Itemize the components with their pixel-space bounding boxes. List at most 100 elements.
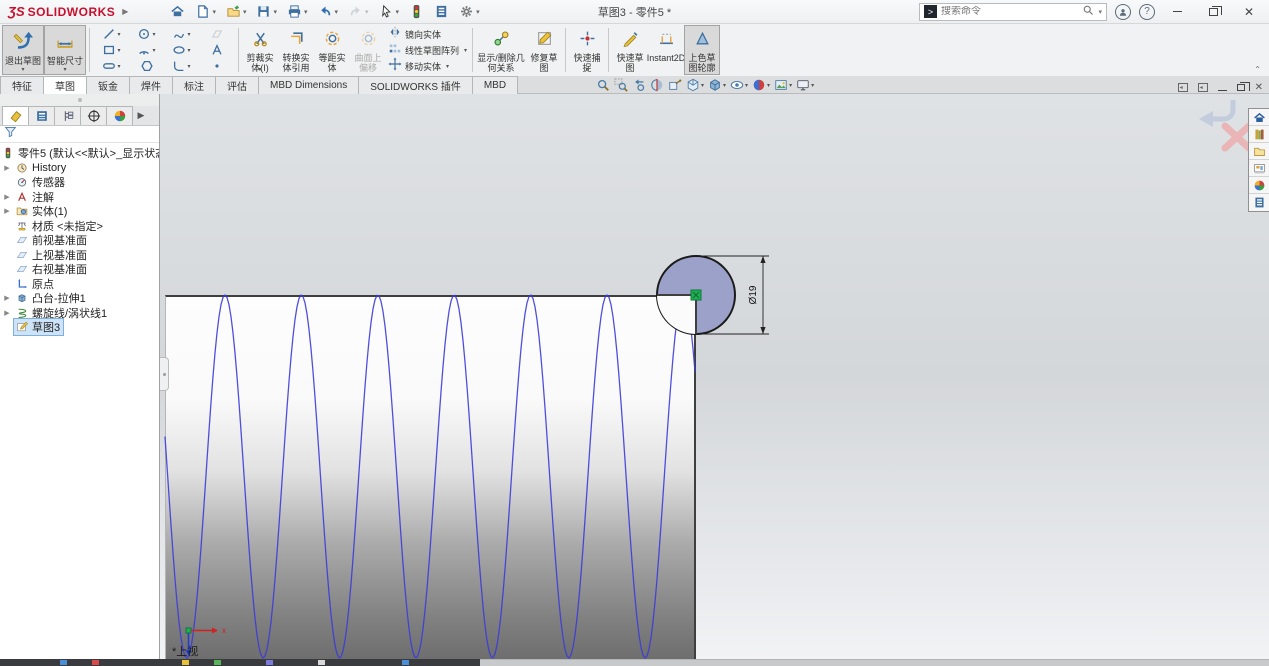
expand-arrow-icon[interactable]: ▶ [0,207,14,215]
linear-pattern-button[interactable]: 线性草图阵列 ▾ [388,43,467,58]
tree-item[interactable]: 上视基准面 [0,248,159,263]
confirm-exit-sketch-icon[interactable] [1199,100,1233,127]
mirror-entities-button[interactable]: 镜向实体 [388,27,467,42]
tree-root-item[interactable]: 零件5 (默认<<默认>_显示状态 1>) [0,146,159,161]
panel-tabs-overflow-icon[interactable]: ▶ [132,106,150,125]
tab-6[interactable]: 评估 [215,76,259,94]
search-dropdown-icon[interactable]: ▾ [1098,8,1102,16]
expand-arrow-icon[interactable]: ▶ [0,164,14,172]
tab-8[interactable]: SOLIDWORKS 插件 [358,76,473,94]
search-icon[interactable] [1082,3,1094,21]
panel-splitter[interactable] [0,94,159,106]
move-entities-button[interactable]: 移动实体 ▾ [388,59,467,74]
tab-1[interactable]: 特征 [0,76,44,94]
filter-funnel-icon[interactable] [4,125,17,143]
tree-item[interactable]: ▶History [0,161,159,176]
taskpane-tab-appearances-scenes[interactable] [1249,177,1269,194]
display-relations-button[interactable]: 显示/删除几何关系 ▾ [476,25,526,75]
menu-expand-arrow-icon[interactable]: ▶ [122,7,128,16]
panel-tab-display-manager[interactable] [106,106,133,125]
expand-arrow-icon[interactable]: ▶ [0,294,14,302]
tab-5[interactable]: 标注 [172,76,216,94]
taskpane-tab-custom-properties[interactable] [1249,194,1269,211]
close-button[interactable]: ✕ [1235,2,1263,22]
doc-window-icon[interactable] [1178,83,1188,92]
edit-appearance-icon[interactable]: ▾ [752,78,770,92]
tab-4[interactable]: 焊件 [129,76,173,94]
dimension-text[interactable]: Ø19 [748,285,759,304]
search-input[interactable] [941,6,1078,17]
minimize-button[interactable] [1163,2,1191,22]
tree-item[interactable]: 材质 <未指定> [0,219,159,234]
apply-scene-icon[interactable]: ▾ [774,78,792,92]
instant2d-button[interactable]: Instant2D [648,25,684,75]
save-icon[interactable]: ▾ [252,2,281,21]
graphics-viewport[interactable]: Ø19 x *上视 [160,94,1269,659]
panel-tab-dimxpert-manager[interactable] [80,106,107,125]
rapid-sketch-button[interactable]: 快速草图 [612,25,648,75]
undo-icon[interactable]: ▾ [314,2,343,21]
helix-curve[interactable] [165,295,695,658]
tree-item[interactable]: ▶螺旋线/涡状线1 [0,306,159,321]
spline-tool-icon[interactable]: ▾ [164,26,199,42]
tree-item[interactable]: 草图3 [0,320,159,335]
taskpane-tab-file-explorer[interactable] [1249,143,1269,160]
ellipse-tool-icon[interactable]: ▾ [164,42,199,58]
tree-item[interactable]: 前视基准面 [0,233,159,248]
view-settings-icon[interactable]: ▾ [796,78,814,92]
panel-tab-property-manager[interactable] [28,106,55,125]
help-icon[interactable]: ? [1139,4,1155,20]
taskpane-tab-view-palette[interactable] [1249,160,1269,177]
taskpane-tab-design-library[interactable] [1249,126,1269,143]
expand-arrow-icon[interactable]: ▶ [0,309,14,317]
hide-show-items-icon[interactable]: ▾ [730,78,748,92]
zoom-fit-icon[interactable] [596,78,610,92]
doc-window-icon[interactable] [1198,83,1208,92]
open-icon[interactable]: ▾ [222,2,251,21]
tree-filter[interactable] [0,126,159,143]
cancel-sketch-icon[interactable] [1225,126,1249,148]
zoom-area-icon[interactable] [614,78,628,92]
doc-close-icon[interactable]: ✕ [1255,82,1263,93]
expand-arrow-icon[interactable]: ▶ [0,193,14,201]
tree-item[interactable]: ▶注解 [0,190,159,205]
tab-9[interactable]: MBD [472,76,518,94]
section-view-icon[interactable] [650,78,664,92]
dynamic-annotation-icon[interactable] [668,78,682,92]
home-icon[interactable] [166,2,189,21]
repair-sketch-button[interactable]: 修复草图 [526,25,562,75]
fillet-tool-icon[interactable]: ▾ [164,58,199,74]
select-icon[interactable]: ▾ [375,2,404,21]
restore-button[interactable] [1199,2,1227,22]
panel-collapse-handle[interactable] [160,357,169,391]
tab-7[interactable]: MBD Dimensions [258,76,359,94]
polygon-tool-icon[interactable] [129,58,164,74]
taskpane-tab-solidworks-resources[interactable] [1249,109,1269,126]
sketch-circle[interactable] [657,256,735,334]
shaded-sketch-contours-button[interactable]: 上色草图轮廓 [684,25,720,75]
tab-2[interactable]: 草图 [43,76,87,94]
line-tool-icon[interactable]: ▾ [94,26,129,42]
user-account-icon[interactable] [1115,4,1131,20]
previous-view-icon[interactable] [632,78,646,92]
point-tool-icon[interactable] [199,58,234,74]
tree-item[interactable]: 右视基准面 [0,262,159,277]
quick-snaps-button[interactable]: 快速捕捉 ▾ [569,25,605,75]
rectangle-tool-icon[interactable]: ▾ [94,42,129,58]
rebuild-icon[interactable] [405,2,428,21]
view-orientation-icon[interactable]: ▾ [686,78,704,92]
panel-tab-feature-manager[interactable] [2,106,29,125]
convert-entities-button[interactable]: 转换实体引用 ▾ [278,25,314,75]
arc-tool-icon[interactable]: ▾ [129,42,164,58]
circle-tool-icon[interactable]: ▾ [129,26,164,42]
print-icon[interactable]: ▾ [283,2,312,21]
command-search[interactable]: > ▾ [919,3,1107,21]
exit-sketch-button[interactable]: 退出草图 ▾ [2,25,44,75]
text-tool-icon[interactable] [199,42,234,58]
smart-dimension-button[interactable]: 智能尺寸 ▾ [44,25,86,75]
panel-tab-configuration-manager[interactable] [54,106,81,125]
tree-item[interactable]: ▶凸台-拉伸1 [0,291,159,306]
display-style-icon[interactable]: ▾ [708,78,726,92]
options-icon[interactable]: ▾ [455,2,484,21]
tree-item[interactable]: 传感器 [0,175,159,190]
